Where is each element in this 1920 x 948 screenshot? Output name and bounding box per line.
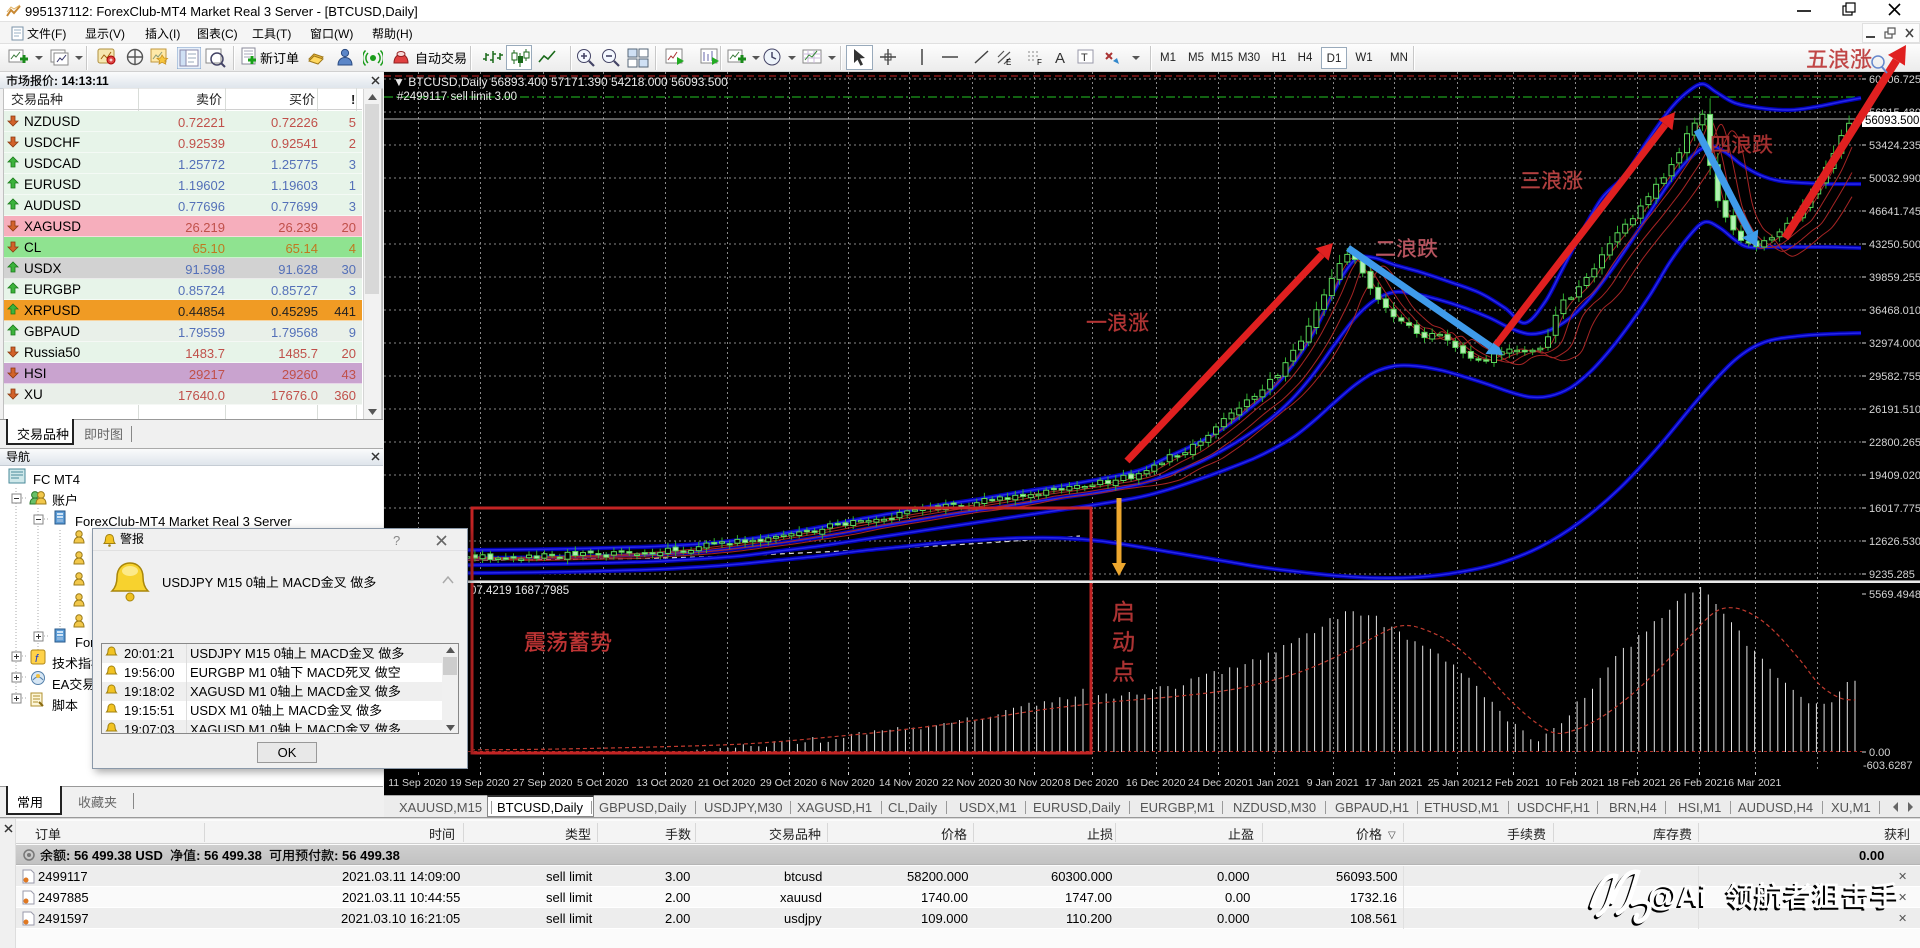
svg-text:2 Feb 2021: 2 Feb 2021	[1486, 777, 1539, 789]
svg-text:16 Dec 2020: 16 Dec 2020	[1126, 777, 1186, 789]
svg-text:56093.500: 56093.500	[1865, 115, 1919, 127]
svg-text:6 Nov 2020: 6 Nov 2020	[821, 777, 875, 789]
svg-text:17 Jan 2021: 17 Jan 2021	[1365, 777, 1423, 789]
svg-text:27 Sep 2020: 27 Sep 2020	[513, 777, 573, 789]
svg-text:5569.4948: 5569.4948	[1869, 589, 1920, 601]
svg-text:13 Oct 2020: 13 Oct 2020	[636, 777, 693, 789]
svg-text:14 Nov 2020: 14 Nov 2020	[879, 777, 939, 789]
svg-text:▼ BTCUSD,Daily 56893.400 5717: ▼ BTCUSD,Daily 56893.400 57171.390 54218…	[393, 75, 728, 89]
svg-text:19 Sep 2020: 19 Sep 2020	[450, 777, 510, 789]
svg-text:25 Jan 2021: 25 Jan 2021	[1428, 777, 1486, 789]
svg-text:-603.6287: -603.6287	[1863, 760, 1913, 772]
svg-text:26 Feb 2021: 26 Feb 2021	[1669, 777, 1728, 789]
svg-text:10 Feb 2021: 10 Feb 2021	[1545, 777, 1604, 789]
svg-text:1 Jan 2021: 1 Jan 2021	[1248, 777, 1300, 789]
svg-text:39859.255: 39859.255	[1869, 272, 1920, 284]
svg-text:46641.745: 46641.745	[1869, 206, 1920, 218]
svg-text:0.00: 0.00	[1869, 747, 1890, 759]
svg-text:50032.990: 50032.990	[1869, 173, 1920, 185]
svg-text:19409.020: 19409.020	[1869, 470, 1920, 482]
svg-text:32974.000: 32974.000	[1869, 338, 1920, 350]
svg-text:29 Oct 2020: 29 Oct 2020	[760, 777, 817, 789]
svg-text:43250.500: 43250.500	[1869, 239, 1920, 251]
svg-text:30 Nov 2020: 30 Nov 2020	[1004, 777, 1064, 789]
svg-text:29582.755: 29582.755	[1869, 371, 1920, 383]
svg-text:6 Mar 2021: 6 Mar 2021	[1728, 777, 1781, 789]
svg-text:11 Sep 2020: 11 Sep 2020	[388, 777, 447, 789]
svg-text:16017.775: 16017.775	[1869, 503, 1920, 515]
svg-text:22800.265: 22800.265	[1869, 437, 1920, 449]
svg-text:5 Oct 2020: 5 Oct 2020	[577, 777, 629, 789]
svg-text:24 Dec 2020: 24 Dec 2020	[1188, 777, 1248, 789]
svg-text:07.4219 1687.7985: 07.4219 1687.7985	[470, 585, 569, 597]
svg-text:8 Dec 2020: 8 Dec 2020	[1065, 777, 1119, 789]
svg-text:18 Feb 2021: 18 Feb 2021	[1607, 777, 1666, 789]
svg-text:12626.530: 12626.530	[1869, 536, 1920, 548]
svg-text:9 Jan 2021: 9 Jan 2021	[1307, 777, 1359, 789]
svg-text:36468.010: 36468.010	[1869, 305, 1920, 317]
svg-text:#2499117 sell limit 3.00: #2499117 sell limit 3.00	[397, 91, 517, 103]
svg-text:53424.235: 53424.235	[1869, 140, 1920, 152]
svg-text:26191.510: 26191.510	[1869, 404, 1920, 416]
svg-text:60206.725: 60206.725	[1869, 74, 1920, 86]
svg-text:22 Nov 2020: 22 Nov 2020	[942, 777, 1002, 789]
svg-text:21 Oct 2020: 21 Oct 2020	[698, 777, 755, 789]
